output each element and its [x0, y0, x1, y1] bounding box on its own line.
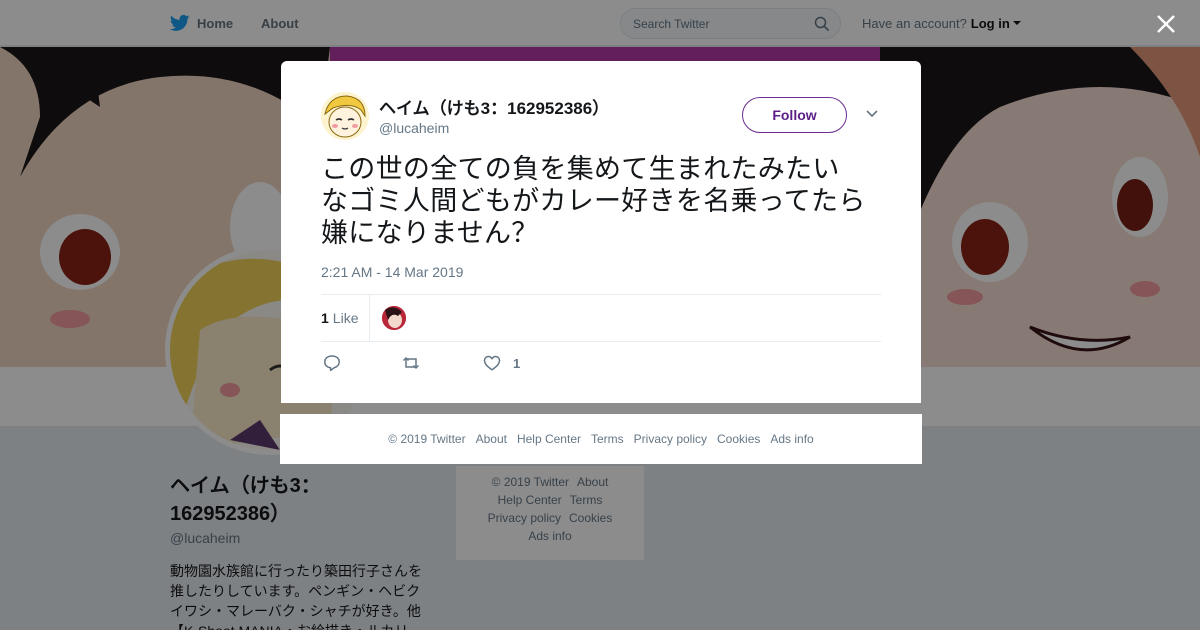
- author-handle[interactable]: @lucaheim: [379, 120, 449, 136]
- like-button[interactable]: 1: [483, 351, 520, 375]
- footer-link-help[interactable]: Help Center: [517, 432, 581, 446]
- footer-copyright: © 2019 Twitter: [388, 432, 466, 446]
- likes-stat[interactable]: 1 Like: [321, 295, 358, 341]
- retweet-button[interactable]: [402, 351, 420, 375]
- stats-divider: [369, 295, 370, 341]
- reply-icon: [324, 355, 340, 372]
- close-icon[interactable]: [1155, 13, 1177, 35]
- tweet-text-line: 嫌になりません？: [321, 218, 539, 248]
- tweet-text-line: なゴミ人間どもがカレー好きを名乗ってたら: [321, 186, 866, 216]
- likes-label: Like: [332, 310, 359, 326]
- author-avatar[interactable]: [321, 92, 369, 140]
- footer-link-cookies[interactable]: Cookies: [717, 432, 760, 446]
- tweet-timestamp[interactable]: 2:21 AM - 14 Mar 2019: [321, 264, 463, 280]
- like-action-count: 1: [513, 355, 521, 371]
- liker-avatar[interactable]: [382, 306, 406, 330]
- footer-link-about[interactable]: About: [476, 432, 507, 446]
- retweet-icon: [402, 356, 420, 370]
- reply-button[interactable]: [323, 351, 341, 375]
- likes-count: 1: [321, 310, 329, 326]
- tweet-text-line: この世の全ての負を集めて生まれたみたい: [321, 154, 840, 184]
- tweet-text: この世の全ての負を集めて生まれたみたい なゴミ人間どもがカレー好きを名乗ってたら…: [321, 153, 886, 249]
- footer-link-privacy[interactable]: Privacy policy: [634, 432, 707, 446]
- footer-link-terms[interactable]: Terms: [591, 432, 624, 446]
- author-avatar-image: [321, 92, 369, 140]
- tweet-modal: ヘイム（けも3：162952386） @lucaheim Follow この世の…: [281, 61, 921, 403]
- tweet-stats: 1 Like: [321, 294, 881, 342]
- heart-icon: [483, 355, 501, 371]
- liker-avatar-image: [382, 306, 406, 330]
- author-name[interactable]: ヘイム（けも3：162952386）: [379, 94, 609, 119]
- footer-link-ads[interactable]: Ads info: [770, 432, 813, 446]
- chevron-down-icon[interactable]: [865, 109, 879, 119]
- follow-button[interactable]: Follow: [742, 97, 847, 133]
- modal-footer: © 2019 Twitter About Help Center Terms P…: [280, 414, 922, 464]
